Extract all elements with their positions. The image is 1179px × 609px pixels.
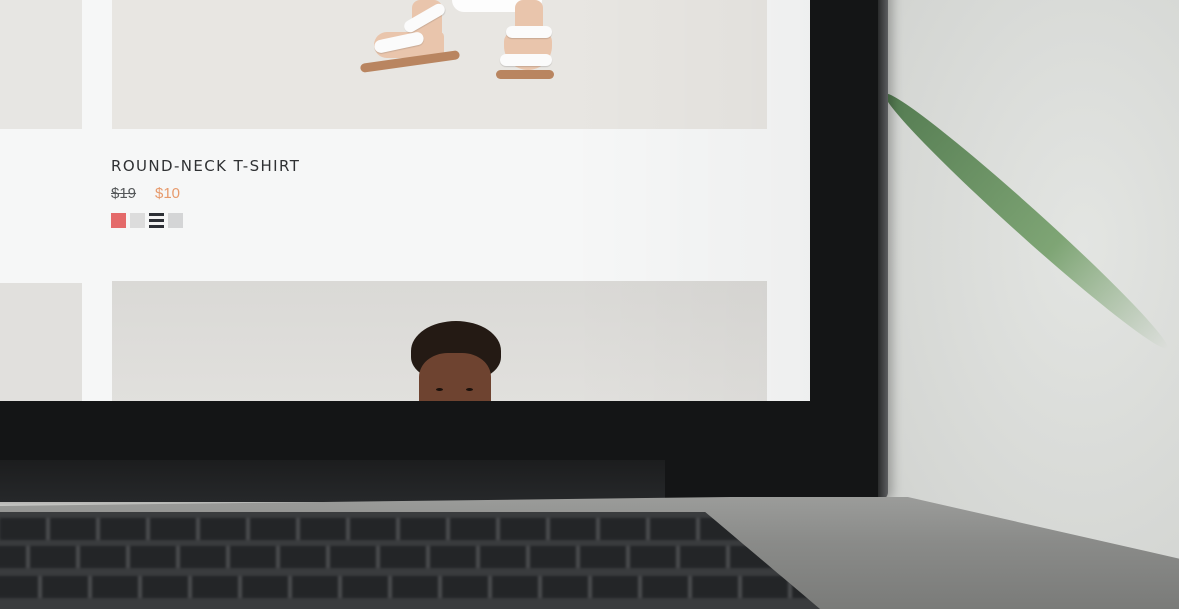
laptop-hinge (0, 460, 665, 502)
browser-viewport: ROUND-NECK T-SHIRT $19 $10 (0, 0, 810, 401)
product-image-left-bottom[interactable] (0, 283, 82, 401)
product-image-left-top[interactable] (0, 0, 82, 129)
laptop-keyboard (0, 512, 820, 609)
laptop-lid-edge (878, 0, 888, 500)
swatch-coral[interactable] (111, 213, 126, 228)
product-title[interactable]: ROUND-NECK T-SHIRT (111, 157, 300, 175)
product-image-model[interactable] (112, 281, 767, 401)
swatch-striped-navy[interactable] (149, 213, 164, 228)
swatch-light-grey[interactable] (130, 213, 145, 228)
sale-price: $10 (155, 185, 181, 202)
color-swatches (111, 213, 183, 228)
product-image-sandals[interactable] (112, 0, 767, 129)
original-price: $19 (111, 185, 137, 202)
swatch-silver-grey[interactable] (168, 213, 183, 228)
